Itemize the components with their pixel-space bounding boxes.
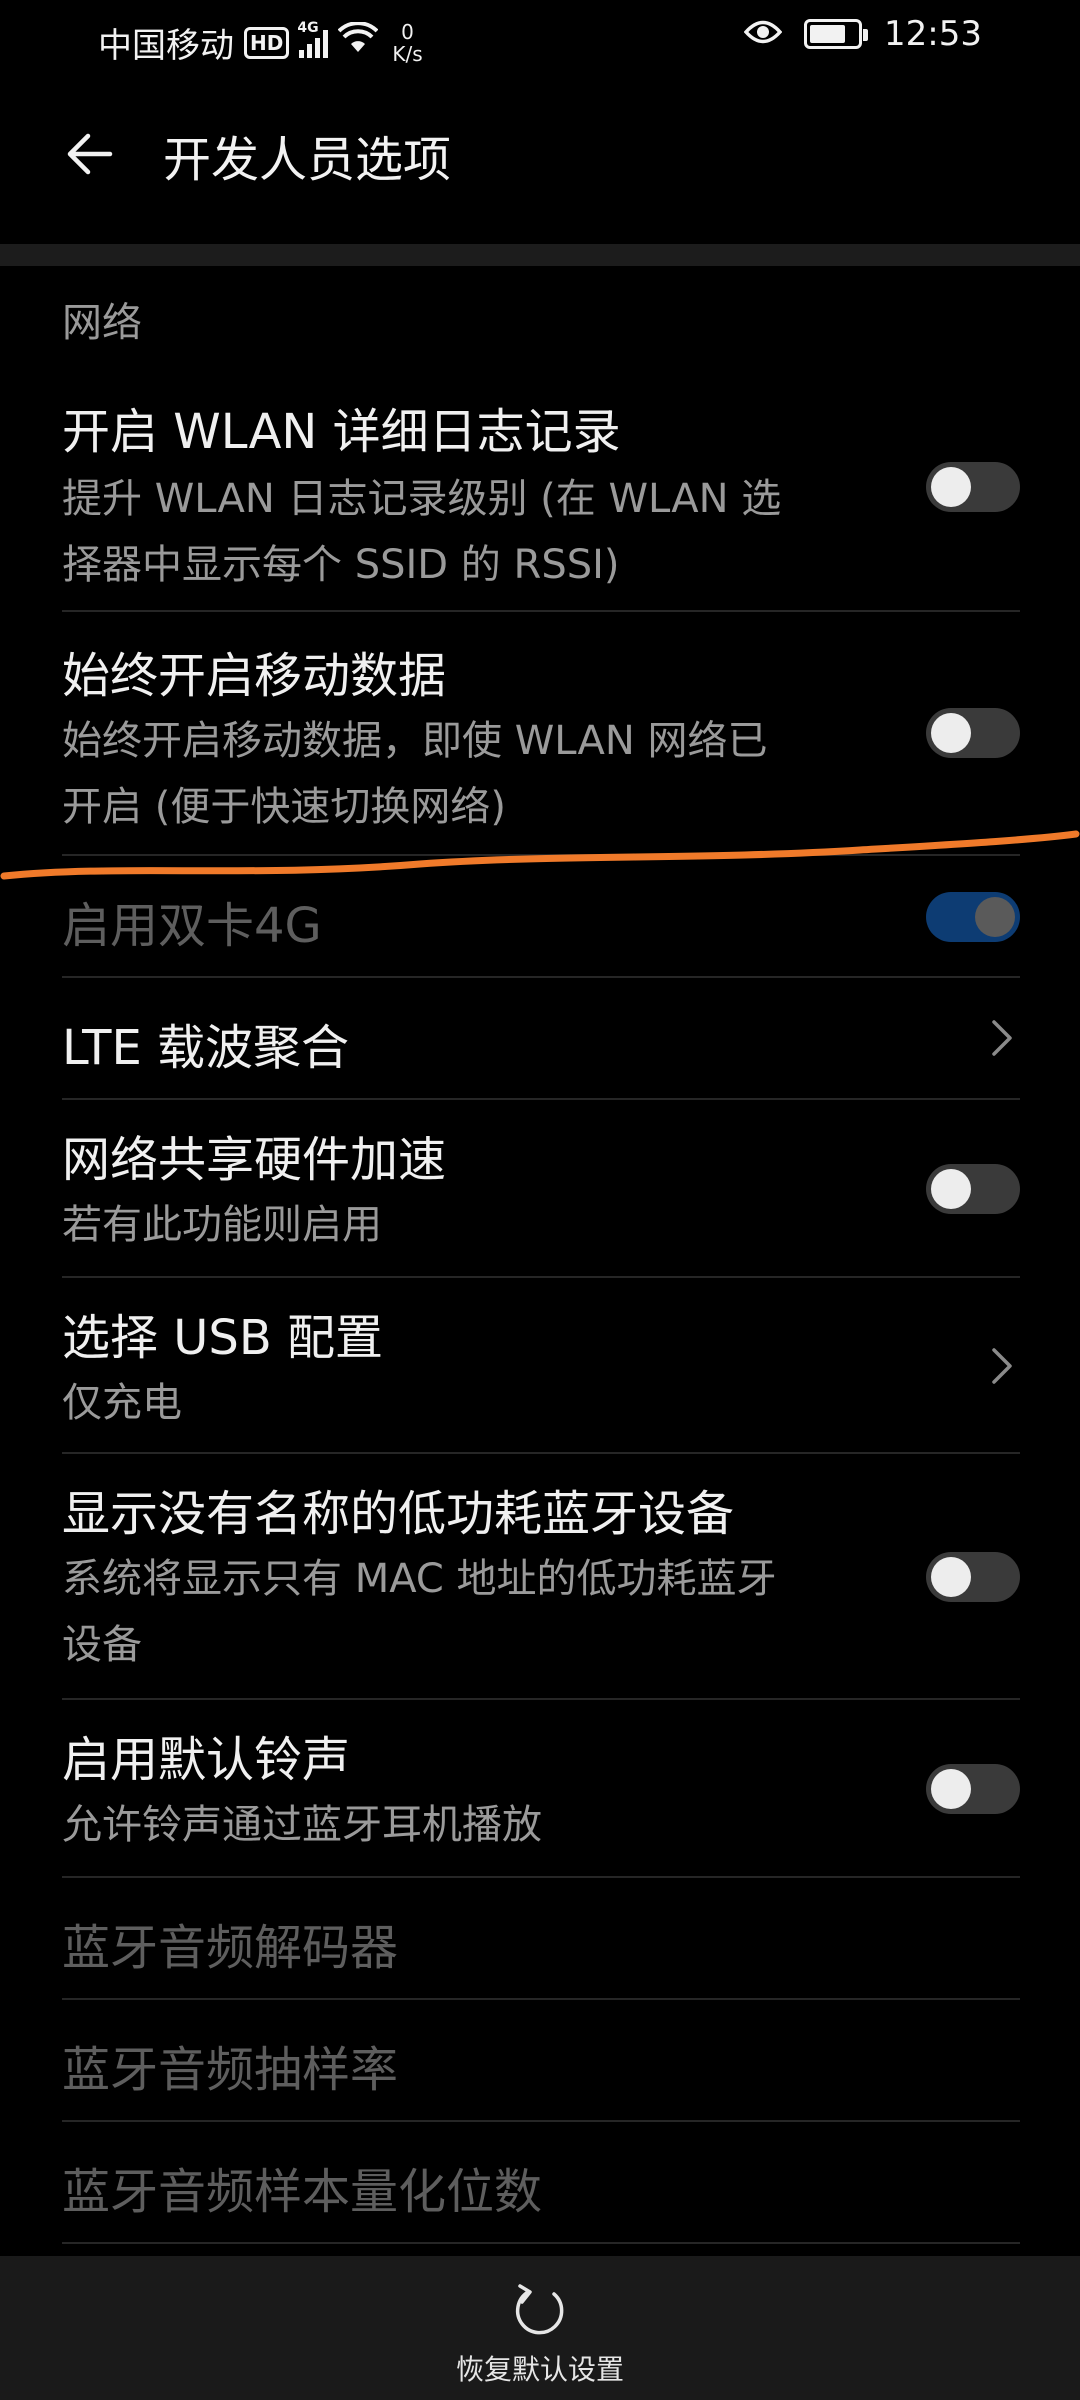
setting-title: 网络共享硬件加速 bbox=[62, 1132, 447, 1188]
eye-icon bbox=[743, 14, 783, 54]
wifi-icon bbox=[337, 21, 379, 63]
setting-title: 始终开启移动数据 bbox=[62, 648, 447, 704]
toggle-switch[interactable] bbox=[926, 708, 1020, 758]
setting-mobile-data-always-on[interactable]: 始终开启移动数据 始终开启移动数据，即使 WLAN 网络已 开启 (便于快速切换网… bbox=[62, 612, 1020, 856]
toggle-knob bbox=[931, 1169, 971, 1209]
setting-dual-sim-4g: 启用双卡4G bbox=[62, 856, 1020, 978]
setting-title: 蓝牙音频抽样率 bbox=[62, 2042, 399, 2098]
chevron-right-icon bbox=[992, 1020, 1012, 1056]
toggle-switch[interactable] bbox=[926, 1764, 1020, 1814]
status-left: 中国移动 HD 4G 0 K/s bbox=[98, 18, 423, 67]
network-speed: 0 K/s bbox=[392, 21, 422, 65]
setting-title: LTE 载波聚合 bbox=[62, 1020, 350, 1076]
toggle-switch[interactable] bbox=[926, 462, 1020, 512]
setting-subtitle: 若有此功能则启用 bbox=[62, 1202, 382, 1248]
toggle-knob bbox=[931, 1769, 971, 1809]
app-bar: 开发人员选项 bbox=[0, 80, 1080, 240]
setting-subtitle: 提升 WLAN 日志记录级别 (在 WLAN 选择器中显示每个 SSID 的 R… bbox=[62, 476, 782, 588]
status-right: 12:53 bbox=[743, 14, 982, 54]
network-type-label: 4G bbox=[297, 19, 319, 36]
setting-bluetooth-audio-sample-rate: 蓝牙音频抽样率 bbox=[62, 2000, 1020, 2122]
setting-default-ringtone[interactable]: 启用默认铃声 允许铃声通过蓝牙耳机播放 bbox=[62, 1700, 1020, 1878]
setting-usb-configuration[interactable]: 选择 USB 配置 仅充电 bbox=[62, 1278, 1020, 1454]
setting-ble-devices-without-names[interactable]: 显示没有名称的低功耗蓝牙设备 系统将显示只有 MAC 地址的低功耗蓝牙 设备 bbox=[62, 1454, 1020, 1700]
setting-title: 开启 WLAN 详细日志记录 bbox=[62, 404, 621, 460]
setting-title: 蓝牙音频解码器 bbox=[62, 1920, 399, 1976]
reset-icon bbox=[515, 2284, 564, 2335]
status-bar: 中国移动 HD 4G 0 K/s 12:53 bbox=[0, 0, 1080, 80]
setting-subtitle: 允许铃声通过蓝牙耳机播放 bbox=[62, 1802, 542, 1848]
arrow-left-icon[interactable] bbox=[62, 124, 122, 184]
section-header-network: 网络 bbox=[62, 300, 142, 346]
setting-title: 蓝牙音频样本量化位数 bbox=[62, 2164, 543, 2220]
bottom-bar: 恢复默认设置 bbox=[0, 2256, 1080, 2400]
setting-tethering-hw-acceleration[interactable]: 网络共享硬件加速 若有此功能则启用 bbox=[62, 1100, 1020, 1278]
setting-bluetooth-audio-bits-per-sample: 蓝牙音频样本量化位数 bbox=[62, 2122, 1020, 2244]
setting-lte-carrier-aggregation[interactable]: LTE 载波聚合 bbox=[62, 978, 1020, 1100]
toggle-switch[interactable] bbox=[926, 1552, 1020, 1602]
setting-bluetooth-audio-codec: 蓝牙音频解码器 bbox=[62, 1878, 1020, 2000]
signal-icon: 4G bbox=[297, 20, 329, 58]
setting-title: 显示没有名称的低功耗蓝牙设备 bbox=[62, 1486, 735, 1542]
setting-wlan-verbose-logging[interactable]: 开启 WLAN 详细日志记录 提升 WLAN 日志记录级别 (在 WLAN 选择… bbox=[62, 378, 1020, 612]
toggle-switch bbox=[926, 892, 1020, 942]
reset-defaults-button[interactable]: 恢复默认设置 bbox=[420, 2256, 660, 2400]
speed-value: 0 bbox=[401, 19, 414, 44]
page-title: 开发人员选项 bbox=[163, 132, 452, 188]
setting-subtitle: 系统将显示只有 MAC 地址的低功耗蓝牙 设备 bbox=[62, 1556, 777, 1668]
reset-label: 恢复默认设置 bbox=[455, 2353, 624, 2386]
carrier-label: 中国移动 bbox=[98, 26, 234, 66]
toggle-knob bbox=[975, 897, 1015, 937]
toggle-knob bbox=[931, 467, 971, 507]
hd-icon: HD bbox=[244, 26, 290, 59]
toggle-knob bbox=[931, 713, 971, 753]
speed-unit: K/s bbox=[392, 41, 423, 66]
setting-subtitle: 始终开启移动数据，即使 WLAN 网络已 开启 (便于快速切换网络) bbox=[62, 718, 768, 830]
setting-subtitle: 仅充电 bbox=[62, 1380, 182, 1426]
toggle-knob bbox=[931, 1557, 971, 1597]
battery-icon bbox=[804, 19, 869, 49]
chevron-right-icon bbox=[992, 1348, 1012, 1384]
clock: 12:53 bbox=[884, 14, 982, 54]
setting-title: 启用默认铃声 bbox=[62, 1732, 351, 1788]
setting-title: 启用双卡4G bbox=[62, 898, 322, 954]
toggle-switch[interactable] bbox=[926, 1164, 1020, 1214]
header-divider bbox=[0, 244, 1080, 266]
setting-title: 选择 USB 配置 bbox=[62, 1310, 384, 1366]
